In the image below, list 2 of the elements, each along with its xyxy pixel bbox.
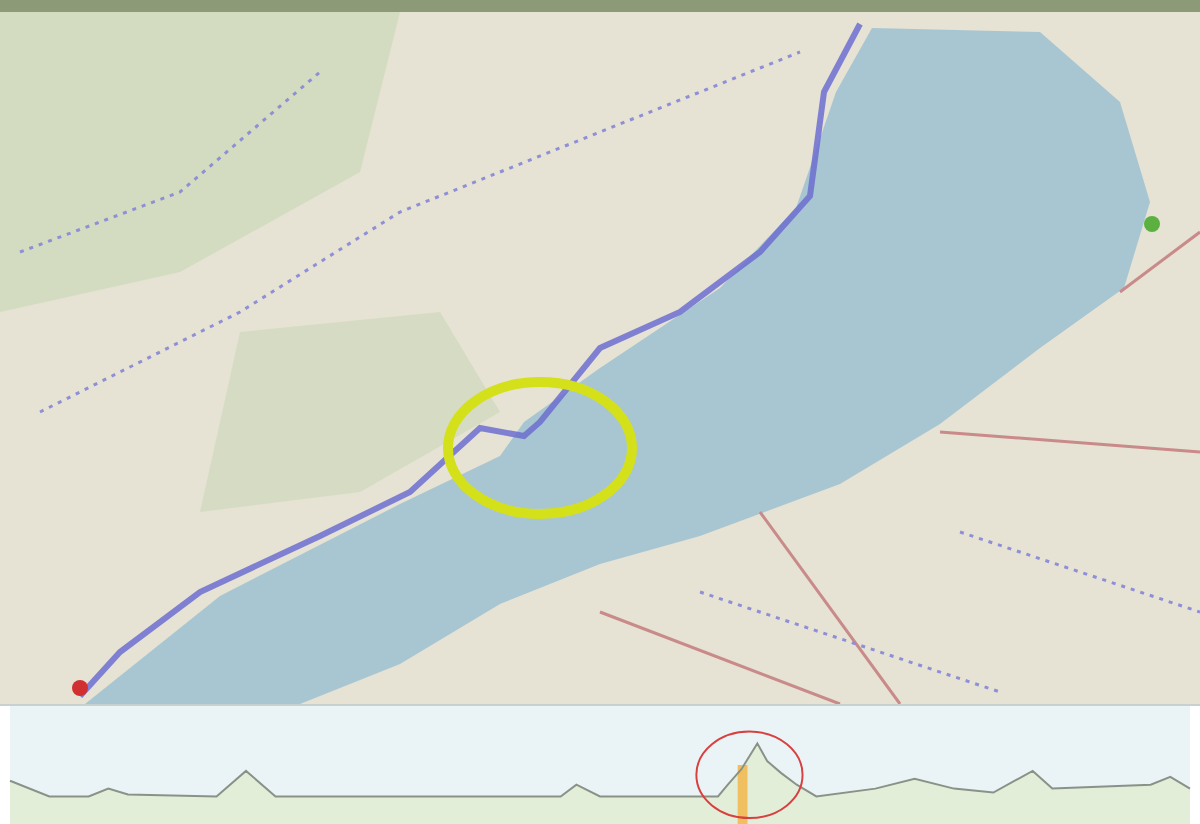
- end-marker-icon: [1144, 216, 1160, 232]
- start-marker-icon: [72, 680, 88, 696]
